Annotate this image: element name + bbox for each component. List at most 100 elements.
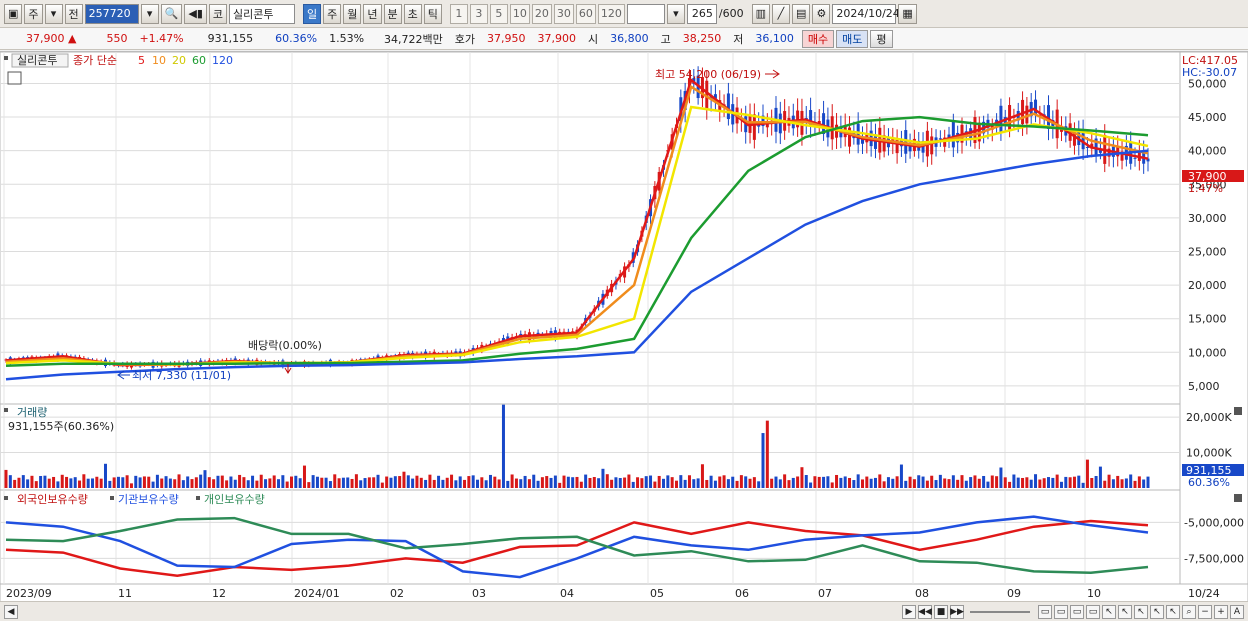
interval-5[interactable]: 5 [489,3,508,24]
interval-20[interactable]: 20 [531,3,552,24]
speaker-icon[interactable]: ◀▮ [184,3,207,24]
candle-body [951,121,955,148]
eval-button[interactable]: 평 [870,29,893,48]
zoom-search-icon[interactable]: ⌕ [1182,604,1196,619]
volume-bar [142,476,146,488]
tool-icon-4[interactable]: ▭ [1086,604,1100,619]
dividend-annotation: 배당락(0.00%) [248,339,322,352]
scroll-left-icon[interactable]: ◀ [4,604,18,619]
volume-bar [558,482,562,488]
period-year-button[interactable]: 년 [363,3,382,24]
zoom-out-icon[interactable]: − [1198,604,1212,619]
holding-menu-icon-3[interactable] [196,496,200,500]
interval-60[interactable]: 60 [575,3,596,24]
volume-menu-icon[interactable] [4,408,8,412]
price-tick-label: 5,000 [1188,380,1220,393]
volume-bar [822,476,826,488]
panel-menu-icon[interactable] [4,56,8,60]
volume-bar [476,479,480,488]
sell-button[interactable]: 매도 [836,29,869,48]
holding-menu-icon[interactable] [4,496,8,500]
stop-icon[interactable]: ■ [934,604,948,619]
scroll-bar[interactable]: ◀ ▶ ◀◀ ■ ▶▶ ▭ ▭ ▭ ▭ ↖ ↖ ↖ ↖ ↖ ⌕ − + A [0,601,1248,621]
volume-bar [333,474,337,488]
code-dropdown-icon[interactable]: ▾ [140,3,159,24]
tool-icon-8[interactable]: ↖ [1150,604,1164,619]
tool-icon-7[interactable]: ↖ [1134,604,1148,619]
buy-button[interactable]: 매수 [801,29,835,48]
period-day-button[interactable]: 일 [303,3,322,24]
volume-bar [1068,477,1072,488]
volume-bar [484,480,488,488]
interval-dropdown-icon[interactable]: ▾ [666,3,685,24]
holding-menu-icon-2[interactable] [110,496,114,500]
chart-canvas[interactable]: 50,00045,00040,00035,00030,00025,00020,0… [0,51,1248,603]
stock-tab-label[interactable]: 실리콘투 [17,54,57,67]
period-second-button[interactable]: 초 [403,3,422,24]
stock-code-input[interactable]: 257720 [84,3,139,24]
legend-individual: 개인보유수량 [204,493,265,506]
volume-bar [765,420,769,488]
interval-10[interactable]: 10 [509,3,530,24]
settings-icon[interactable]: ⚙ [812,3,831,24]
mode-dropdown-icon[interactable]: ▾ [44,3,63,24]
line-tool-icon[interactable]: ╱ [771,3,790,24]
time-tick-label: 12 [212,587,226,600]
tool-icon-9[interactable]: ↖ [1166,604,1180,619]
play-icon[interactable]: ▶ [902,604,916,619]
volume-bar [519,479,523,488]
volume-close-icon[interactable] [1234,407,1242,415]
period-week-button[interactable]: 주 [323,3,342,24]
volume-bar [523,475,527,488]
volume-bar [337,478,341,488]
period-tick-button[interactable]: 틱 [423,3,442,24]
volume-bar [229,476,233,488]
candle-body [999,105,1003,133]
calendar-icon[interactable]: ▦ [898,3,917,24]
period-minute-button[interactable]: 분 [383,3,402,24]
chart-area[interactable]: 50,000 45,000 40,000 35,000 30,000 25,000 20,0… [0,51,1248,603]
save-icon[interactable]: ▤ [791,3,811,24]
volume-bar [255,480,259,488]
interval-3[interactable]: 3 [469,3,488,24]
tool-icon-2[interactable]: ▭ [1054,604,1068,619]
volume-bar [1038,479,1042,488]
layout-icon[interactable]: ▣ [4,3,23,24]
volume-bar [419,477,423,488]
time-tick-label: 08 [915,587,929,600]
volume-bar [463,479,467,488]
period-month-button[interactable]: 월 [343,3,362,24]
volume-bar [1120,479,1124,488]
interval-1[interactable]: 1 [449,3,468,24]
interval-custom-input[interactable] [626,3,665,24]
interval-30[interactable]: 30 [553,3,574,24]
volume-bar [899,464,903,488]
forward-icon[interactable]: ▶▶ [950,604,964,619]
volume-bar [432,479,436,488]
volume-bar [1094,476,1098,488]
mode-prev-button[interactable]: 전 [64,3,83,24]
interval-120[interactable]: 120 [597,3,625,24]
mode-main-button[interactable]: 주 [24,3,43,24]
zoom-in-icon[interactable]: + [1214,604,1228,619]
rewind-icon[interactable]: ◀◀ [918,604,932,619]
price-tick-label: 30,000 [1188,212,1227,225]
font-size-icon[interactable]: A [1230,604,1244,619]
volume-bar [783,474,787,488]
stock-name-field[interactable]: 실리콘투 [229,3,295,24]
tool-icon-6[interactable]: ↖ [1118,604,1132,619]
calculator-icon[interactable] [7,71,22,85]
volume-bar [1142,479,1146,488]
chart-type-icon[interactable]: ▥ [751,3,770,24]
search-icon[interactable]: 🔍 [160,3,183,24]
volume-bar [86,478,90,488]
count-input[interactable]: 265 [686,3,717,24]
tool-icon-1[interactable]: ▭ [1038,604,1052,619]
holding-close-icon[interactable] [1234,494,1242,502]
tool-icon-5[interactable]: ↖ [1102,604,1116,619]
volume-bar [129,483,133,488]
zoom-slider[interactable] [970,610,1030,613]
volume-bar [1029,479,1033,488]
tool-icon-3[interactable]: ▭ [1070,604,1084,619]
date-input[interactable]: 2024/10/24 [832,3,900,24]
